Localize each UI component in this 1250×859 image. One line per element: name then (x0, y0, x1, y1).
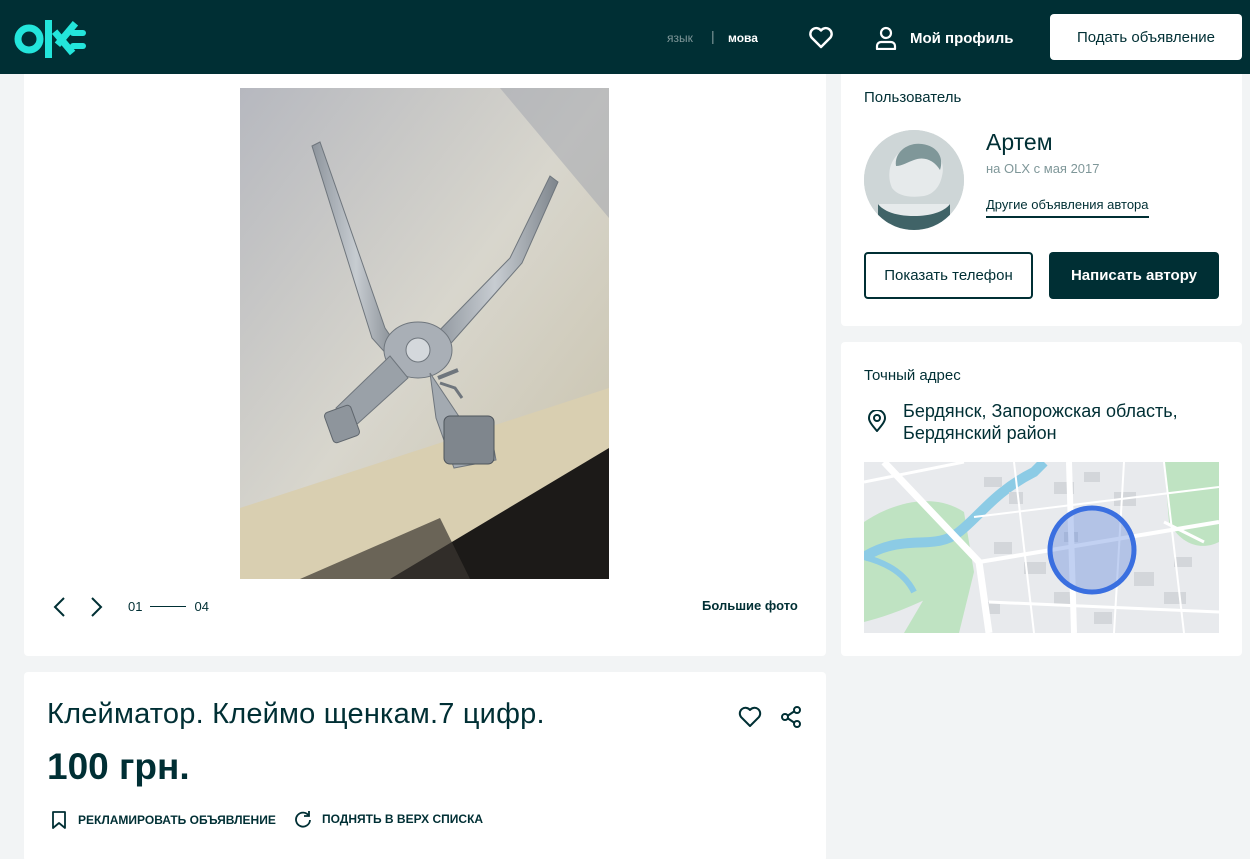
address-text: Бердянск, Запорожская область, Бердянски… (903, 401, 1178, 443)
seller-other-ads-link[interactable]: Другие объявления автора (986, 197, 1149, 218)
my-profile-link[interactable]: Мой профиль (874, 24, 1014, 52)
ad-photo-image (240, 88, 609, 579)
seller-name: Артем (986, 129, 1053, 155)
default-avatar-icon (864, 130, 964, 230)
refresh-icon (295, 811, 311, 828)
raise-ad-label: ПОДНЯТЬ В ВЕРХ СПИСКА (322, 812, 484, 826)
promote-ad-label: РЕКЛАМИРОВАТЬ ОБЪЯВЛЕНИЕ (78, 813, 276, 827)
ad-price: 100 грн. (47, 746, 190, 787)
add-to-favorites-heart-icon[interactable] (738, 706, 762, 728)
raise-ad-action[interactable]: ПОДНЯТЬ В ВЕРХ СПИСКА (294, 810, 483, 828)
location-pin-icon (867, 410, 887, 432)
share-icon[interactable] (780, 706, 802, 728)
map-image (864, 462, 1219, 633)
bookmark-icon (52, 811, 66, 829)
promote-ad-action[interactable]: РЕКЛАМИРОВАТЬ ОБЪЯВЛЕНИЕ (50, 810, 276, 830)
next-photo-chevron-right-icon[interactable] (86, 596, 106, 618)
my-profile-label: Мой профиль (910, 29, 1014, 47)
prev-photo-chevron-left-icon[interactable] (50, 596, 70, 618)
message-seller-button[interactable]: Написать автору (1049, 252, 1219, 299)
ad-title-card: Клейматор. Клеймо щенкам.7 цифр. 100 грн… (24, 672, 826, 859)
location-map[interactable] (864, 462, 1219, 633)
address-section-label: Точный адрес (864, 367, 961, 384)
photo-counter: 01 04 (128, 599, 209, 614)
seller-card: Пользователь Артем на OLX с мая 2017 Дру… (841, 74, 1242, 326)
show-phone-button[interactable]: Показать телефон (864, 252, 1033, 299)
seller-member-since: на OLX с мая 2017 (986, 161, 1100, 176)
photo-gallery: 01 04 Большие фото (24, 74, 826, 656)
seller-section-label: Пользователь (864, 89, 962, 106)
lang-ua-link[interactable]: мова (728, 31, 758, 45)
top-header: язык | мова Мой профиль Подать объявлени… (0, 0, 1250, 74)
photo-counter-divider (150, 606, 187, 607)
photo-counter-current: 01 (128, 599, 143, 614)
big-photo-link[interactable]: Большие фото (702, 598, 798, 613)
address-card: Точный адрес Бердянск, Запорожская облас… (841, 342, 1242, 656)
ad-title: Клейматор. Клеймо щенкам.7 цифр. (47, 698, 545, 730)
post-ad-button[interactable]: Подать объявление (1050, 14, 1242, 60)
photo-counter-total: 04 (194, 599, 209, 614)
favorites-heart-icon[interactable] (808, 26, 834, 50)
seller-avatar (864, 130, 964, 230)
lang-separator: | (711, 28, 715, 44)
lang-ru-link[interactable]: язык (667, 31, 693, 45)
olx-logo[interactable] (14, 20, 88, 58)
ad-photo[interactable] (240, 88, 609, 579)
user-icon (875, 26, 897, 50)
